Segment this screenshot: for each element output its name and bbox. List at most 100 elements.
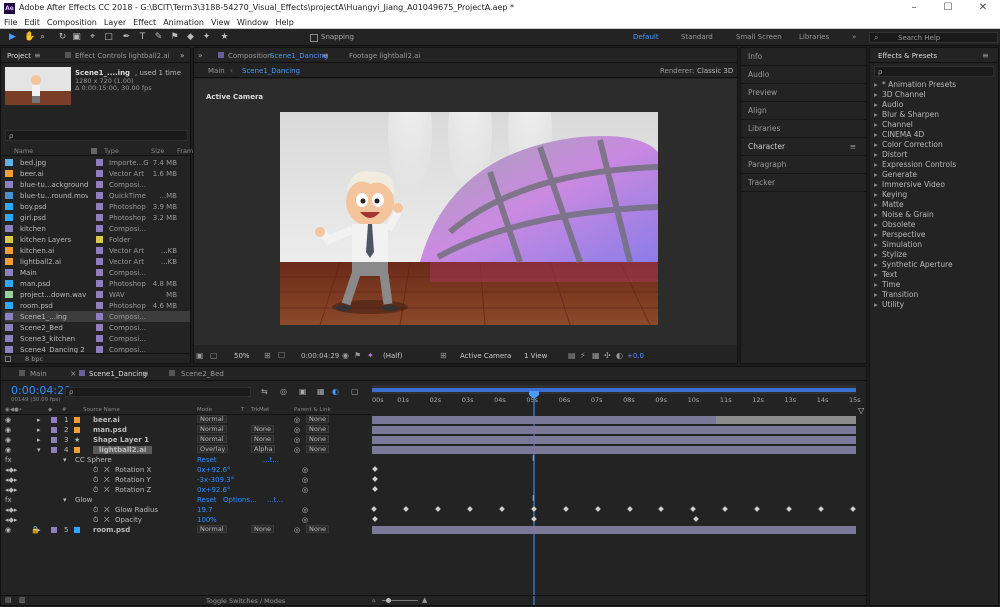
expand-arrow-icon[interactable]: ▸ xyxy=(37,416,41,424)
graph-icon[interactable]: ⨉ xyxy=(104,476,110,485)
timeline-search-field[interactable]: ρ xyxy=(65,387,251,397)
show-snapshot-icon[interactable]: ⚑ xyxy=(354,351,361,360)
effects-presets-title[interactable]: Effects & Presets xyxy=(878,52,937,60)
tab-composition-label[interactable]: Composition xyxy=(228,52,272,60)
effect-name[interactable]: CC Sphere xyxy=(75,456,112,464)
effect-row[interactable]: fx ▾ CC Sphere Reset ...t... xyxy=(1,455,371,465)
expand-arrow-icon[interactable]: ▸ xyxy=(874,120,882,130)
label-swatch[interactable] xyxy=(96,346,103,353)
keyframe[interactable] xyxy=(690,506,697,512)
expand-arrow-icon[interactable]: ▸ xyxy=(874,250,882,260)
layer-duration-bar[interactable] xyxy=(372,426,856,434)
parent-dropdown[interactable]: None xyxy=(306,435,329,443)
frame-blending-icon[interactable]: ▦ xyxy=(317,387,325,396)
project-item[interactable]: beer.ai Vector Art 1.6 MB xyxy=(5,168,190,179)
parent-pickwhip-icon[interactable]: ◎ xyxy=(294,526,300,534)
toggle-pixel-aspect-icon[interactable]: ▤ xyxy=(568,351,576,360)
expand-arrow-icon[interactable]: ▸ xyxy=(37,426,41,434)
tab-main[interactable]: Main xyxy=(30,370,47,378)
effects-category[interactable]: ▸ Transition xyxy=(870,290,998,300)
graph-icon[interactable]: ⨉ xyxy=(104,466,110,475)
keyframe[interactable] xyxy=(754,506,761,512)
effects-category[interactable]: ▸ Perspective xyxy=(870,230,998,240)
zoom-slider-handle[interactable] xyxy=(386,598,391,603)
label-swatch[interactable] xyxy=(96,313,103,320)
expand-arrow-icon[interactable]: ▸ xyxy=(874,80,882,90)
expand-arrow-icon[interactable]: ▸ xyxy=(874,200,882,210)
project-item[interactable]: bed.jpg Importe...G 7.4 MB xyxy=(5,157,190,168)
keyframe[interactable] xyxy=(530,516,537,522)
effects-category[interactable]: ▸ Simulation xyxy=(870,240,998,250)
graph-editor-icon[interactable]: ▢ xyxy=(351,387,359,396)
effects-category[interactable]: ▸ Utility xyxy=(870,300,998,310)
expand-arrow-icon[interactable]: ▸ xyxy=(874,190,882,200)
shy-layers-icon[interactable]: ▣ xyxy=(299,387,307,396)
panel-close-icon[interactable]: » xyxy=(198,51,203,60)
panel-tracker[interactable]: Tracker xyxy=(741,174,866,192)
effects-category[interactable]: ▸ Blur & Sharpen xyxy=(870,110,998,120)
property-row[interactable]: ◂◆▸ ⏱ ⨉ Glow Radius 19.7 ◎ xyxy=(1,505,371,515)
label-swatch[interactable] xyxy=(96,247,103,254)
menu-animation[interactable]: Animation xyxy=(163,17,204,28)
project-item[interactable]: Scene3_kitchen Composi... xyxy=(5,333,190,344)
hand-tool-icon[interactable]: ✋ xyxy=(24,32,35,42)
zoom-out-icon[interactable]: ▵ xyxy=(372,596,376,604)
snapping-checkbox[interactable] xyxy=(310,34,318,42)
panel-menu-icon[interactable]: ≡ xyxy=(34,51,41,60)
keyframe[interactable] xyxy=(562,506,569,512)
panel-character[interactable]: Character ≡ xyxy=(741,138,866,156)
timeline-current-time[interactable]: 0:00:04:29 xyxy=(11,384,71,397)
puppet-tool-icon[interactable]: ★ xyxy=(220,32,229,42)
project-item[interactable]: lightball2.ai Vector Art ...KB xyxy=(5,256,190,267)
track-matte-dropdown[interactable]: None xyxy=(251,525,274,533)
keyframe-nav-icon[interactable]: ◂◆▸ xyxy=(5,516,17,524)
track-matte-dropdown[interactable]: None xyxy=(251,425,274,433)
minimize-button[interactable]: – xyxy=(897,0,931,17)
panel-paragraph[interactable]: Paragraph xyxy=(741,156,866,174)
label-swatch[interactable] xyxy=(96,269,103,276)
transparency-grid-icon[interactable]: ⊞ xyxy=(440,351,447,360)
stopwatch-icon[interactable]: ⏱ xyxy=(93,506,98,515)
graph-icon[interactable]: ⨉ xyxy=(104,506,110,515)
label-column-icon[interactable] xyxy=(91,147,97,154)
layer-duration-bar[interactable] xyxy=(372,436,856,444)
expand-arrow-icon[interactable]: ▾ xyxy=(37,446,41,454)
parent-dropdown[interactable]: None xyxy=(306,445,329,453)
keyframe-nav-icon[interactable]: ◂◆▸ xyxy=(5,476,17,484)
fast-previews-icon[interactable]: ⚡ xyxy=(580,351,586,360)
label-swatch[interactable] xyxy=(96,170,103,177)
project-search-field[interactable]: ρ xyxy=(5,130,188,141)
graph-icon[interactable]: ⨉ xyxy=(104,516,110,525)
clone-stamp-tool-icon[interactable]: ⚑ xyxy=(170,32,179,42)
label-swatch[interactable] xyxy=(96,203,103,210)
bit-depth[interactable]: 8 bpc xyxy=(25,355,43,363)
toggle-switches-modes[interactable]: Toggle Switches / Modes xyxy=(206,597,285,605)
composition-viewer[interactable]: Active Camera xyxy=(194,79,737,345)
expand-arrow-icon[interactable]: ▸ xyxy=(874,170,882,180)
column-name[interactable]: Name xyxy=(14,147,33,155)
brush-tool-icon[interactable]: ✎ xyxy=(154,32,163,42)
tab-effect-controls[interactable]: Effect Controls lightball2.ai xyxy=(75,52,170,60)
resolution-dropdown[interactable]: (Half) xyxy=(383,352,402,360)
expand-arrow-icon[interactable]: ▸ xyxy=(37,526,41,534)
label-swatch[interactable] xyxy=(51,527,57,533)
keyframe[interactable] xyxy=(818,506,825,512)
keyframe-nav-icon[interactable]: ◂◆▸ xyxy=(5,466,17,474)
property-track[interactable] xyxy=(372,515,856,524)
expression-pickwhip-icon[interactable]: ◎ xyxy=(302,476,308,484)
time-ruler[interactable]: 00s 01s 02s 03s 04s 05s 06s 07s 08s 09s 10s 11s 12s 1… xyxy=(372,394,861,406)
layer-duration-bar-tail[interactable] xyxy=(716,416,856,424)
effect-name[interactable]: Glow xyxy=(75,496,92,504)
layer-row[interactable]: ◉ ▸ 2 man.psd Normal None ◎ None xyxy=(1,425,371,435)
label-swatch[interactable] xyxy=(51,417,57,423)
panel-preview[interactable]: Preview xyxy=(741,84,866,102)
snapshot-icon[interactable]: ◉ xyxy=(342,351,349,360)
tab-footage[interactable]: Footage lightball2.ai xyxy=(349,52,420,60)
roto-brush-tool-icon[interactable]: ✦ xyxy=(202,32,211,42)
expand-arrow-icon[interactable]: ▸ xyxy=(874,160,882,170)
effect-track[interactable]: I xyxy=(372,454,856,464)
zoom-in-icon[interactable]: ▲ xyxy=(422,596,427,604)
channel-icon[interactable]: ✦ xyxy=(367,351,374,360)
parent-dropdown[interactable]: None xyxy=(306,425,329,433)
property-track[interactable] xyxy=(372,485,856,494)
